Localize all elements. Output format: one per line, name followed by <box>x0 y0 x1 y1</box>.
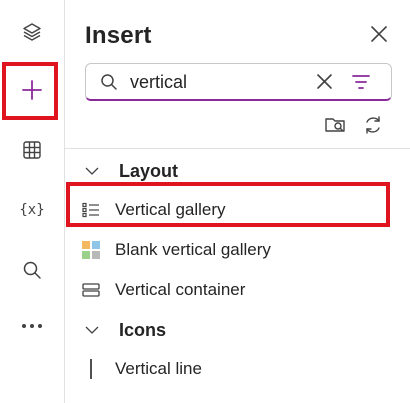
item-vertical-line[interactable]: Vertical line <box>65 350 410 388</box>
more-icon <box>21 323 43 329</box>
insert-button[interactable] <box>6 64 58 116</box>
search-input[interactable] <box>130 70 310 94</box>
vertical-line-icon <box>81 359 101 379</box>
refresh-icon[interactable] <box>362 114 384 141</box>
plus-icon <box>20 78 44 102</box>
search-icon <box>100 73 118 96</box>
chevron-down-icon <box>85 167 101 175</box>
active-indicator <box>2 64 5 116</box>
item-label: Vertical container <box>115 280 246 299</box>
list-icon <box>81 200 101 220</box>
section-layout[interactable]: Layout <box>85 156 178 186</box>
search-rail-button[interactable] <box>6 244 58 296</box>
close-icon <box>370 25 388 48</box>
close-button[interactable] <box>367 24 391 48</box>
variable-icon: {x} <box>19 202 45 218</box>
search-in-folder-icon[interactable] <box>324 114 348 141</box>
variables-button[interactable]: {x} <box>6 184 58 236</box>
left-rail: {x} <box>0 0 65 403</box>
layers-icon <box>21 21 43 43</box>
search-icon <box>21 259 43 281</box>
colorful-grid-icon <box>81 240 101 260</box>
pane-title: Insert <box>85 22 152 49</box>
search-box <box>85 63 392 101</box>
container-icon <box>81 280 101 300</box>
item-vertical-gallery[interactable]: Vertical gallery <box>65 191 410 229</box>
clear-search-icon[interactable] <box>316 73 333 95</box>
chevron-down-icon <box>85 326 101 334</box>
item-blank-vertical-gallery[interactable]: Blank vertical gallery <box>65 231 410 269</box>
section-label: Layout <box>119 160 179 181</box>
filter-icon[interactable] <box>352 74 370 95</box>
item-label: Vertical gallery <box>115 200 226 219</box>
item-label: Blank vertical gallery <box>115 240 271 259</box>
insert-pane: Insert vertical Layout Vertical gallery … <box>65 0 410 403</box>
table-icon <box>21 139 43 161</box>
item-vertical-container[interactable]: Vertical container <box>65 271 410 309</box>
item-label: Vertical line <box>115 359 202 378</box>
section-label: Icons <box>119 319 167 340</box>
data-button[interactable] <box>6 124 58 176</box>
more-button[interactable] <box>6 300 58 352</box>
tree-view-button[interactable] <box>6 6 58 58</box>
section-icons[interactable]: Icons <box>85 315 166 345</box>
divider <box>65 148 410 149</box>
